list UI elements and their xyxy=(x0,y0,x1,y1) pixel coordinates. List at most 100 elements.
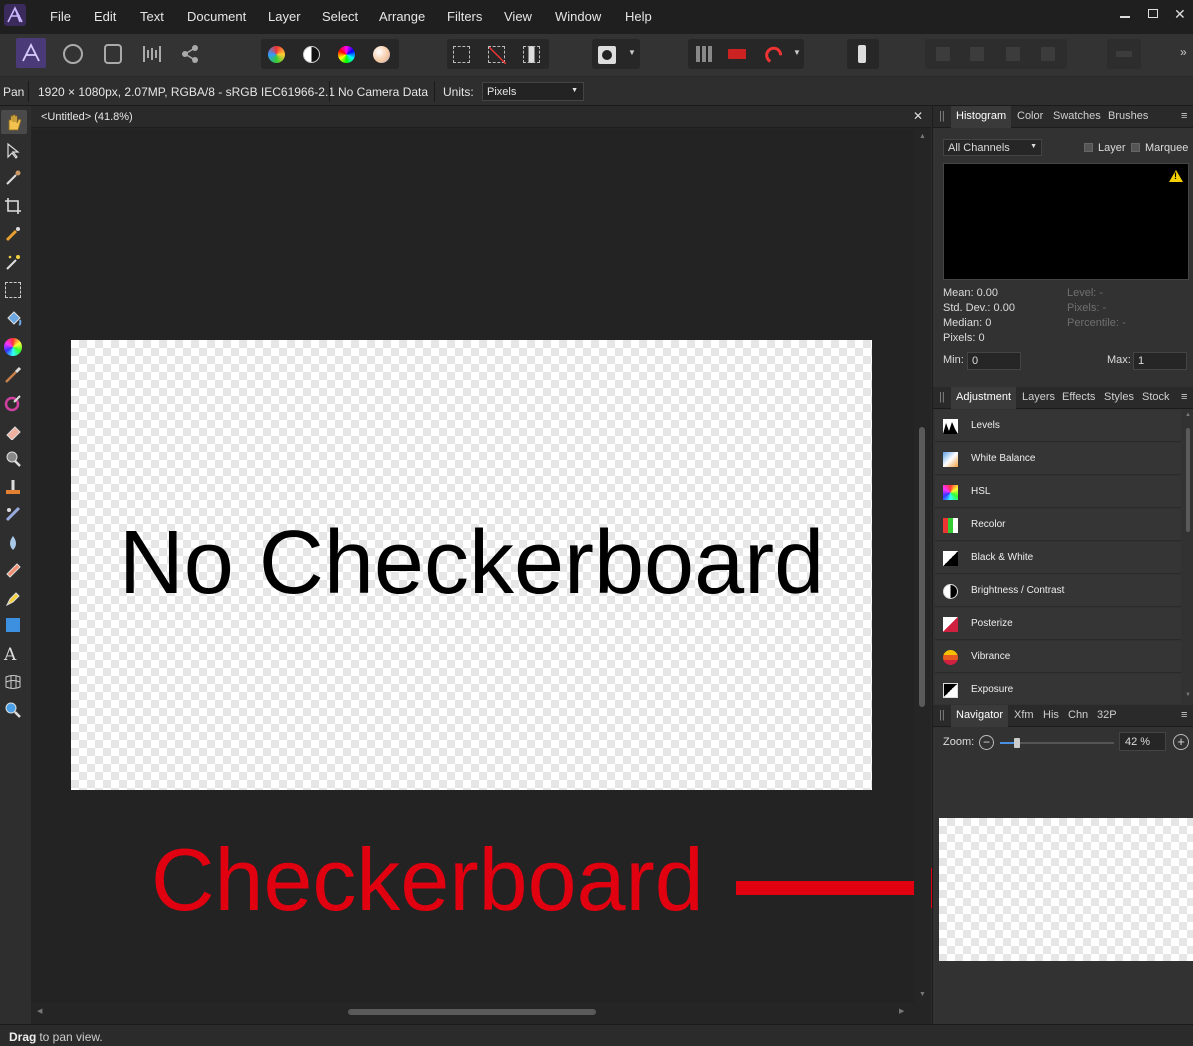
tab-color[interactable]: Color xyxy=(1017,110,1043,122)
selection-brush-icon[interactable] xyxy=(4,225,22,243)
menu-arrange[interactable]: Arrange xyxy=(379,9,425,24)
liquify-persona-icon[interactable] xyxy=(63,44,83,64)
paint-brush-icon[interactable] xyxy=(4,366,22,384)
tab-navigator[interactable]: Navigator xyxy=(951,705,1009,727)
panel-menu-icon[interactable]: ≡ xyxy=(1181,110,1187,122)
scroll-left-icon[interactable]: ◀ xyxy=(37,1007,42,1015)
close-window-button[interactable]: ✕ xyxy=(1174,6,1186,23)
crop-tool-icon[interactable] xyxy=(4,197,22,215)
tab-32p[interactable]: 32P xyxy=(1097,709,1117,721)
document-canvas[interactable]: No Checkerboard xyxy=(71,340,872,790)
erase-brush-icon[interactable] xyxy=(4,422,22,441)
navigator-preview[interactable] xyxy=(939,818,1193,961)
scroll-up-icon[interactable]: ▲ xyxy=(1185,412,1191,418)
tab-brushes[interactable]: Brushes xyxy=(1108,110,1148,122)
menu-edit[interactable]: Edit xyxy=(94,9,116,24)
layer-checkbox[interactable] xyxy=(1084,143,1093,152)
adjustment-item-brightness-contrast[interactable]: Brightness / Contrast xyxy=(935,575,1181,607)
panel-grip-icon[interactable]: || xyxy=(939,110,945,122)
tab-adjustment[interactable]: Adjustment xyxy=(951,387,1017,409)
adjustment-item-levels[interactable]: Levels xyxy=(935,410,1181,442)
tone-mapping-persona-icon[interactable] xyxy=(142,44,162,64)
overflow-chevron-icon[interactable]: » xyxy=(1180,45,1187,59)
marquee-checkbox[interactable] xyxy=(1131,143,1140,152)
menu-document[interactable]: Document xyxy=(187,9,246,24)
tab-histogram[interactable]: Histogram xyxy=(951,106,1012,128)
scroll-up-icon[interactable]: ▲ xyxy=(919,133,926,140)
tab-swatches[interactable]: Swatches xyxy=(1053,110,1101,122)
select-all-icon[interactable] xyxy=(453,46,470,63)
marquee-tool-icon[interactable] xyxy=(5,282,21,298)
menu-help[interactable]: Help xyxy=(625,9,652,24)
chevron-down-icon[interactable]: ▼ xyxy=(628,48,636,57)
view-tool-button[interactable] xyxy=(1,110,27,134)
flood-fill-icon[interactable] xyxy=(4,310,22,328)
auto-colors-icon[interactable] xyxy=(338,46,355,63)
zoom-tool-icon[interactable] xyxy=(4,701,22,719)
scroll-right-icon[interactable]: ▶ xyxy=(899,1007,904,1015)
color-picker-icon[interactable] xyxy=(4,169,22,187)
panel-grip-icon[interactable]: || xyxy=(939,709,945,721)
vertical-scroll-thumb[interactable] xyxy=(919,427,925,707)
scroll-down-icon[interactable]: ▼ xyxy=(919,991,926,998)
text-tool-icon[interactable]: A xyxy=(4,645,22,665)
grid-icon[interactable] xyxy=(696,46,712,62)
minimize-button[interactable] xyxy=(1120,16,1130,18)
pen-tool-icon[interactable] xyxy=(4,589,22,607)
zoom-slider-thumb[interactable] xyxy=(1014,738,1020,748)
menu-filters[interactable]: Filters xyxy=(447,9,482,24)
develop-persona-icon[interactable] xyxy=(104,44,122,64)
clone-brush-icon[interactable] xyxy=(4,478,22,496)
panel-grip-icon[interactable]: || xyxy=(939,391,945,403)
pin-icon[interactable] xyxy=(858,45,866,63)
tab-history[interactable]: His xyxy=(1043,709,1059,721)
units-select[interactable]: Pixels ▼ xyxy=(482,82,584,101)
max-input[interactable]: 1 xyxy=(1133,352,1187,370)
maximize-button[interactable] xyxy=(1148,9,1158,18)
menu-select[interactable]: Select xyxy=(322,9,358,24)
menu-text[interactable]: Text xyxy=(140,9,164,24)
chevron-down-icon[interactable]: ▼ xyxy=(793,48,801,57)
tab-stock[interactable]: Stock xyxy=(1142,391,1170,403)
adjustment-item-hsl[interactable]: HSL xyxy=(935,476,1181,508)
adjustment-item-vibrance[interactable]: Vibrance xyxy=(935,641,1181,673)
healing-brush-icon[interactable] xyxy=(4,505,22,523)
adjustment-item-recolor[interactable]: Recolor xyxy=(935,509,1181,541)
panel-menu-icon[interactable]: ≡ xyxy=(1181,709,1187,721)
tab-channels[interactable]: Chn xyxy=(1068,709,1088,721)
deselect-icon[interactable] xyxy=(488,46,507,65)
auto-white-balance-icon[interactable] xyxy=(373,46,390,63)
horizontal-scroll-thumb[interactable] xyxy=(348,1009,596,1015)
close-document-icon[interactable]: ✕ xyxy=(913,109,923,123)
patch-tool-icon[interactable] xyxy=(4,561,22,579)
adjustment-scroll-thumb[interactable] xyxy=(1186,428,1190,532)
menu-view[interactable]: View xyxy=(504,9,532,24)
snapping-magnet-icon[interactable] xyxy=(764,45,783,63)
quick-mask-icon[interactable] xyxy=(598,46,616,64)
adjustment-item-exposure[interactable]: Exposure xyxy=(935,674,1181,704)
menu-window[interactable]: Window xyxy=(555,9,601,24)
photo-persona-button[interactable] xyxy=(16,38,46,68)
assistant-icon[interactable] xyxy=(728,49,746,59)
document-tab[interactable]: <Untitled> (41.8%) ✕ xyxy=(31,106,931,128)
tab-transform[interactable]: Xfm xyxy=(1014,709,1034,721)
tab-effects[interactable]: Effects xyxy=(1062,391,1095,403)
auto-contrast-icon[interactable] xyxy=(303,46,320,63)
panel-menu-icon[interactable]: ≡ xyxy=(1181,391,1187,403)
adjustment-item-posterize[interactable]: Posterize xyxy=(935,608,1181,640)
flood-select-icon[interactable] xyxy=(4,253,22,271)
horizontal-scrollbar[interactable]: ◀ ▶ xyxy=(31,1003,914,1020)
channel-select[interactable]: All Channels ▼ xyxy=(943,139,1042,156)
min-input[interactable]: 0 xyxy=(967,352,1021,370)
move-tool-icon[interactable] xyxy=(4,142,22,160)
blur-brush-icon[interactable] xyxy=(4,534,22,552)
scroll-down-icon[interactable]: ▼ xyxy=(1185,692,1191,698)
rectangle-tool-icon[interactable] xyxy=(6,618,20,632)
zoom-out-button[interactable]: − xyxy=(979,735,994,750)
color-replacement-brush-icon[interactable] xyxy=(4,394,22,412)
menu-file[interactable]: File xyxy=(50,9,71,24)
adjustment-item-black-white[interactable]: Black & White xyxy=(935,542,1181,574)
menu-layer[interactable]: Layer xyxy=(268,9,301,24)
vertical-scrollbar[interactable]: ▲ ▼ xyxy=(914,129,931,1003)
share-icon[interactable] xyxy=(180,44,200,64)
